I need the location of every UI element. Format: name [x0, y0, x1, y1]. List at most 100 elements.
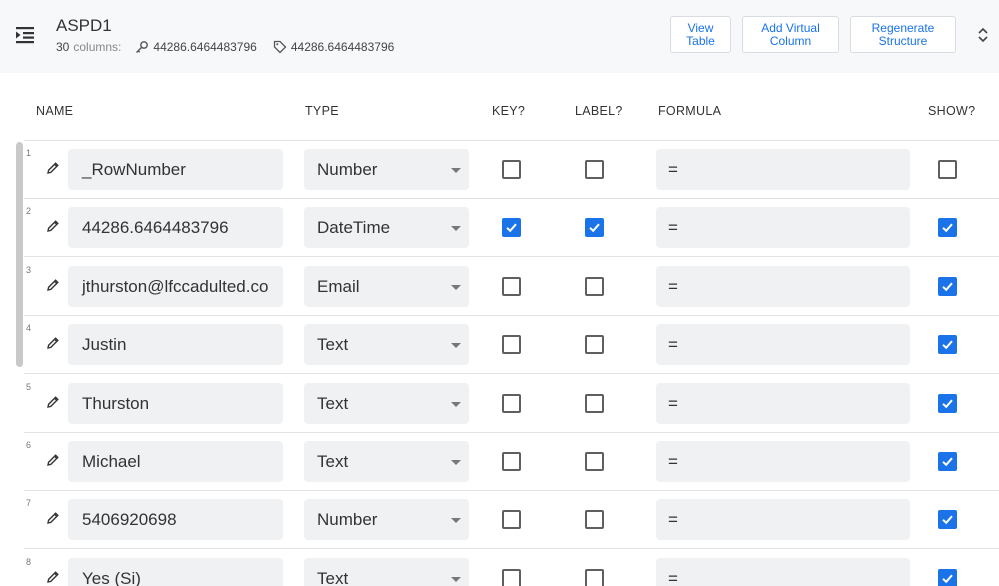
add-virtual-column-button[interactable]: Add Virtual Column — [742, 16, 839, 53]
dropdown-arrow-icon — [451, 226, 461, 232]
column-type-select[interactable]: Email — [304, 265, 469, 307]
column-type-select[interactable]: Number — [304, 149, 469, 190]
label-checkbox[interactable] — [585, 568, 604, 586]
formula-field[interactable]: = — [656, 265, 910, 307]
edit-pencil-icon[interactable] — [46, 570, 60, 584]
dropdown-arrow-icon — [451, 168, 461, 173]
formula-field[interactable]: = — [656, 441, 910, 482]
regenerate-structure-label: Regenerate Structure — [871, 20, 935, 48]
show-checkbox[interactable] — [938, 276, 957, 296]
column-type-value: Text — [317, 393, 349, 413]
key-checkbox[interactable] — [502, 510, 521, 530]
key-checkbox[interactable] — [502, 218, 521, 238]
columns-count: 30 — [56, 40, 70, 54]
column-name-field[interactable]: 44286.6464483796 — [68, 207, 283, 249]
column-row: 1 _RowNumber Number = — [24, 141, 999, 199]
formula-field[interactable]: = — [656, 499, 910, 541]
formula-field[interactable]: = — [656, 557, 910, 586]
column-type-select[interactable]: Text — [304, 441, 469, 482]
show-checkbox[interactable] — [938, 510, 957, 530]
show-checkbox[interactable] — [938, 452, 957, 471]
column-row: 5 Thurston Text = — [24, 375, 999, 433]
label-checkbox[interactable] — [585, 276, 604, 296]
key-icon — [135, 40, 149, 54]
formula-field[interactable]: = — [656, 149, 910, 190]
column-header-name: NAME — [36, 104, 74, 118]
row-number: 4 — [26, 323, 32, 334]
row-number: 5 — [26, 381, 32, 392]
column-header-key: KEY? — [492, 104, 526, 118]
show-checkbox[interactable] — [938, 160, 957, 179]
key-checkbox[interactable] — [502, 160, 521, 179]
column-name-field[interactable]: Justin — [68, 324, 283, 366]
show-checkbox[interactable] — [938, 393, 957, 413]
label-checkbox[interactable] — [585, 452, 604, 471]
column-name-field[interactable]: Yes (Si) — [68, 557, 283, 586]
key-column-value: 44286.6464483796 — [153, 40, 257, 54]
column-row: 4 Justin Text = — [24, 316, 999, 375]
dropdown-arrow-icon — [451, 460, 461, 465]
column-type-value: Number — [317, 510, 378, 530]
column-name-field[interactable]: 5406920698 — [68, 499, 283, 541]
table-title: ASPD1 — [56, 16, 112, 35]
add-virtual-column-label: Add Virtual Column — [761, 20, 820, 48]
dropdown-arrow-icon — [451, 518, 461, 524]
edit-pencil-icon[interactable] — [46, 395, 60, 409]
show-checkbox[interactable] — [938, 218, 957, 238]
edit-pencil-icon[interactable] — [46, 453, 60, 467]
edit-pencil-icon[interactable] — [46, 219, 60, 233]
formula-field[interactable]: = — [656, 324, 910, 366]
key-checkbox[interactable] — [502, 393, 521, 413]
label-tag-icon — [273, 40, 287, 54]
row-number: 6 — [26, 440, 32, 450]
column-header-formula: FORMULA — [658, 104, 722, 118]
column-row: 2 44286.6464483796 DateTime = — [24, 199, 999, 258]
row-number: 1 — [26, 148, 32, 158]
column-type-select[interactable]: Text — [304, 557, 469, 586]
edit-pencil-icon[interactable] — [46, 336, 60, 350]
edit-pencil-icon[interactable] — [46, 278, 60, 292]
collapse-menu-icon[interactable] — [14, 25, 38, 45]
column-name-field[interactable]: jthurston@lfccadulted.co — [68, 265, 283, 307]
scrollbar[interactable] — [16, 142, 23, 367]
view-table-label: View Table — [686, 20, 715, 48]
label-checkbox[interactable] — [585, 510, 604, 530]
edit-pencil-icon[interactable] — [46, 511, 60, 525]
key-checkbox[interactable] — [502, 452, 521, 471]
formula-field[interactable]: = — [656, 382, 910, 424]
label-column-value: 44286.6464483796 — [290, 40, 395, 54]
edit-pencil-icon[interactable] — [46, 161, 60, 175]
column-type-value: Text — [317, 568, 349, 586]
column-header-type: TYPE — [305, 104, 339, 118]
column-name-field[interactable]: Thurston — [68, 382, 283, 424]
column-header-show: SHOW? — [928, 104, 976, 118]
formula-field[interactable]: = — [656, 207, 910, 249]
label-checkbox[interactable] — [585, 218, 604, 238]
column-type-select[interactable]: DateTime — [304, 207, 469, 249]
dropdown-arrow-icon — [451, 576, 461, 582]
expand-collapse-icon[interactable] — [975, 26, 991, 44]
dropdown-arrow-icon — [451, 284, 461, 290]
label-checkbox[interactable] — [585, 393, 604, 413]
show-checkbox[interactable] — [938, 335, 957, 355]
show-checkbox[interactable] — [938, 568, 957, 586]
label-checkbox[interactable] — [585, 160, 604, 179]
view-table-button[interactable]: View Table — [670, 16, 731, 53]
table-header-bar: ASPD1 30 columns: 44286.6464483796 44286… — [0, 0, 999, 73]
column-header-label: LABEL? — [575, 104, 623, 118]
row-number: 2 — [26, 206, 32, 217]
key-checkbox[interactable] — [502, 335, 521, 355]
column-row: 8 Yes (Si) Text = — [24, 550, 999, 586]
key-checkbox[interactable] — [502, 568, 521, 586]
column-name-field[interactable]: Michael — [68, 441, 283, 482]
column-row: 7 5406920698 Number = — [24, 491, 999, 550]
column-name-field[interactable]: _RowNumber — [68, 149, 283, 190]
column-type-value: DateTime — [317, 218, 391, 238]
row-number: 8 — [26, 556, 32, 567]
label-checkbox[interactable] — [585, 335, 604, 355]
column-type-select[interactable]: Number — [304, 499, 469, 541]
column-type-select[interactable]: Text — [304, 324, 469, 366]
regenerate-structure-button[interactable]: Regenerate Structure — [850, 16, 956, 53]
column-type-select[interactable]: Text — [304, 382, 469, 424]
key-checkbox[interactable] — [502, 276, 521, 296]
